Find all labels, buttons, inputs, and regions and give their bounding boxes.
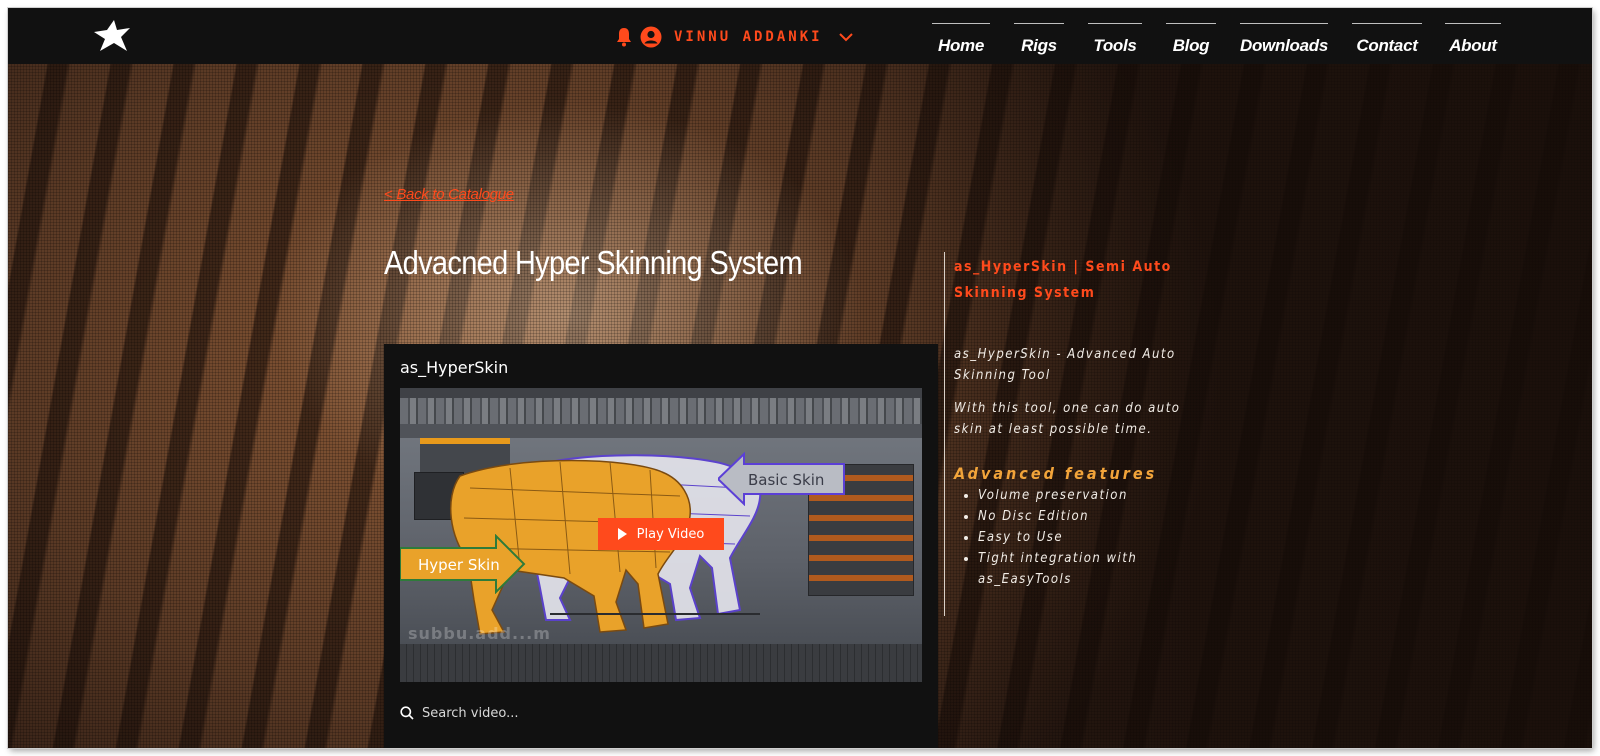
site-header: VINNU ADDANKI Home Rigs Tools Blog Downl… <box>8 8 1592 64</box>
feature-item: Easy to Use <box>978 527 1194 548</box>
play-video-label: Play Video <box>636 526 705 542</box>
basic-skin-arrow: Basic Skin <box>716 451 848 511</box>
feature-item: Volume preservation <box>978 485 1194 506</box>
nav-blog[interactable]: Blog <box>1166 23 1216 63</box>
search-video-input[interactable] <box>422 705 682 721</box>
browser-frame: VINNU ADDANKI Home Rigs Tools Blog Downl… <box>8 8 1592 748</box>
basic-skin-label: Basic Skin <box>748 471 824 489</box>
user-menu[interactable]: VINNU ADDANKI <box>616 25 853 49</box>
chevron-down-icon[interactable] <box>838 32 853 42</box>
product-heading: as_HyperSkin | Semi Auto Skinning System <box>954 259 1172 301</box>
nav-home[interactable]: Home <box>932 23 990 63</box>
video-watermark: subbu.add...m <box>408 624 551 643</box>
nav-downloads[interactable]: Downloads <box>1240 23 1328 63</box>
user-avatar-icon[interactable] <box>640 26 662 48</box>
play-icon <box>617 528 627 540</box>
page-title: Advacned Hyper Skinning System <box>384 244 803 281</box>
vertical-divider <box>944 252 945 616</box>
bell-icon[interactable] <box>616 27 632 47</box>
video-thumbnail[interactable]: Basic Skin Hyper Skin subbu.add...m Play… <box>400 388 922 682</box>
user-name[interactable]: VINNU ADDANKI <box>674 29 823 45</box>
feature-item: Tight integration with as_EasyTools <box>978 548 1194 590</box>
nav-contact[interactable]: Contact <box>1352 23 1422 63</box>
star-logo-icon[interactable] <box>92 18 132 54</box>
features-list: Volume preservation No Disc Edition Easy… <box>954 485 1194 590</box>
video-title: as_HyperSkin <box>400 358 509 377</box>
video-search[interactable] <box>400 702 700 724</box>
features-title: Advanced features <box>954 464 1158 483</box>
feature-item: No Disc Edition <box>978 506 1194 527</box>
play-video-button[interactable]: Play Video <box>598 518 724 550</box>
search-icon[interactable] <box>400 706 414 720</box>
nav-tools[interactable]: Tools <box>1088 23 1142 63</box>
nav-about[interactable]: About <box>1445 23 1501 63</box>
hyper-skin-arrow: Hyper Skin <box>400 533 526 599</box>
product-description: as_HyperSkin | Semi Auto Skinning System… <box>954 254 1194 590</box>
video-player-card: as_HyperSkin Basic Skin Hyper Skin subbu… <box>384 344 938 748</box>
back-to-catalogue-link[interactable]: < Back to Catalogue <box>384 186 514 203</box>
product-summary: as_HyperSkin - Advanced Auto Skinning To… <box>954 347 1176 383</box>
nav-rigs[interactable]: Rigs <box>1014 23 1064 63</box>
product-description-text: With this tool, one can do auto skin at … <box>954 401 1181 437</box>
hyper-skin-label: Hyper Skin <box>418 556 500 574</box>
